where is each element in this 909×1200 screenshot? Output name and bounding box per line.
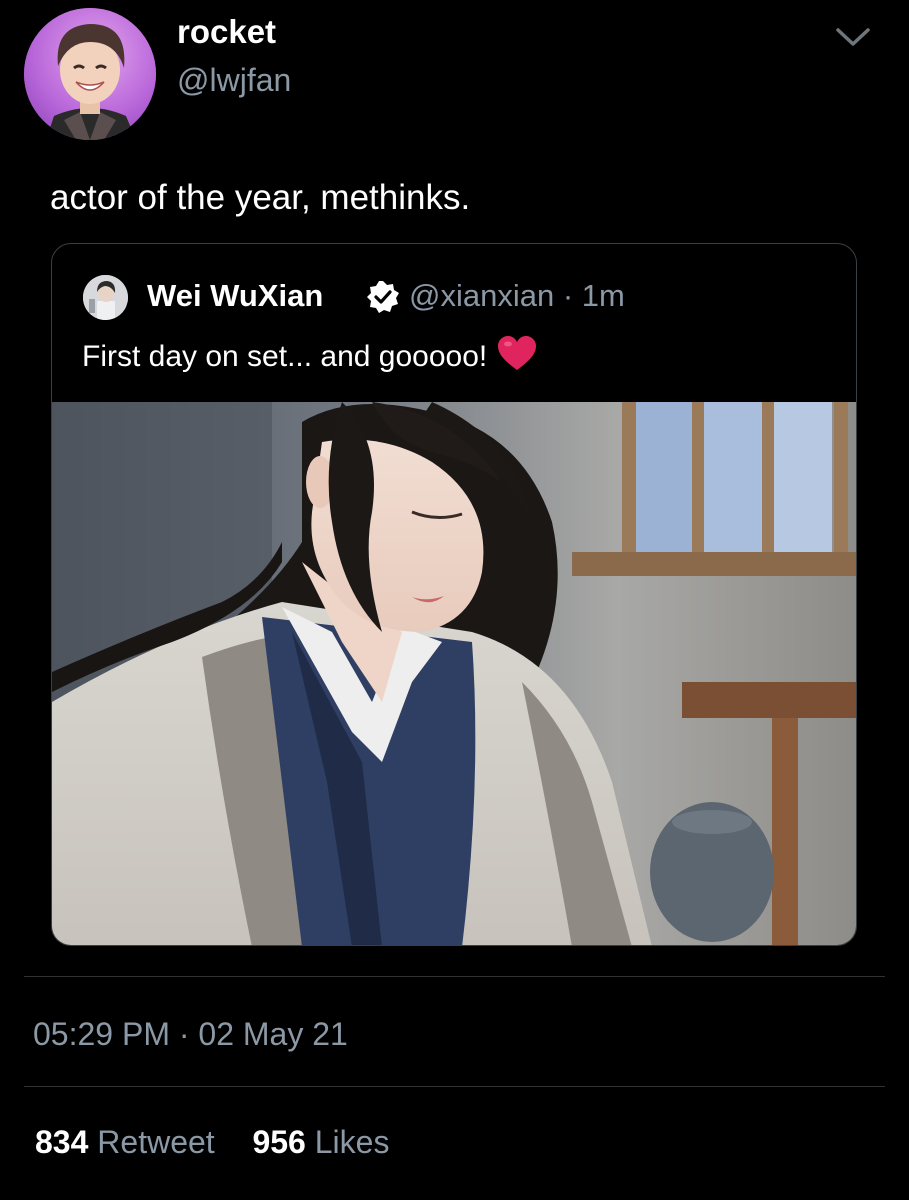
red-heart-icon [497, 336, 537, 372]
quoted-author-handle-time: @xianxian · 1m [409, 278, 625, 313]
quoted-author-avatar [83, 275, 128, 320]
chevron-down-icon[interactable] [834, 22, 872, 52]
retweet-count[interactable]: 834 Retweet [35, 1124, 224, 1160]
tweet-timestamp[interactable]: 05:29 PM · 02 May 21 [33, 1014, 348, 1054]
likes-count-label: Likes [314, 1124, 390, 1160]
divider [24, 1086, 885, 1087]
author-display-name[interactable]: rocket [177, 12, 276, 52]
quoted-tweet-text-line: First day on set... and gooooo! [82, 336, 537, 377]
author-avatar[interactable] [24, 8, 156, 140]
quoted-tweet-card[interactable]: Wei WuXian @xianxian · 1m First day on s… [51, 243, 857, 946]
user-avatar-icon [24, 8, 156, 140]
retweet-count-number: 834 [35, 1124, 89, 1160]
quoted-tweet-text: First day on set... and gooooo! [82, 340, 488, 373]
tweet-detail: rocket @lwjfan actor of the year, methin… [0, 0, 909, 1200]
retweet-count-label: Retweet [97, 1124, 215, 1160]
quoted-tweet-photo[interactable] [52, 402, 856, 945]
likes-count-number: 956 [252, 1124, 306, 1160]
quoted-author-display-name: Wei WuXian [147, 278, 324, 313]
verified-badge-icon [365, 279, 401, 315]
tweet-text: actor of the year, methinks. [50, 178, 471, 217]
photo-image [52, 402, 856, 945]
likes-count[interactable]: 956 Likes [244, 1124, 390, 1160]
author-handle[interactable]: @lwjfan [177, 60, 291, 100]
divider [24, 976, 885, 977]
tweet-stats: 834 Retweet 956 Likes [35, 1122, 389, 1162]
